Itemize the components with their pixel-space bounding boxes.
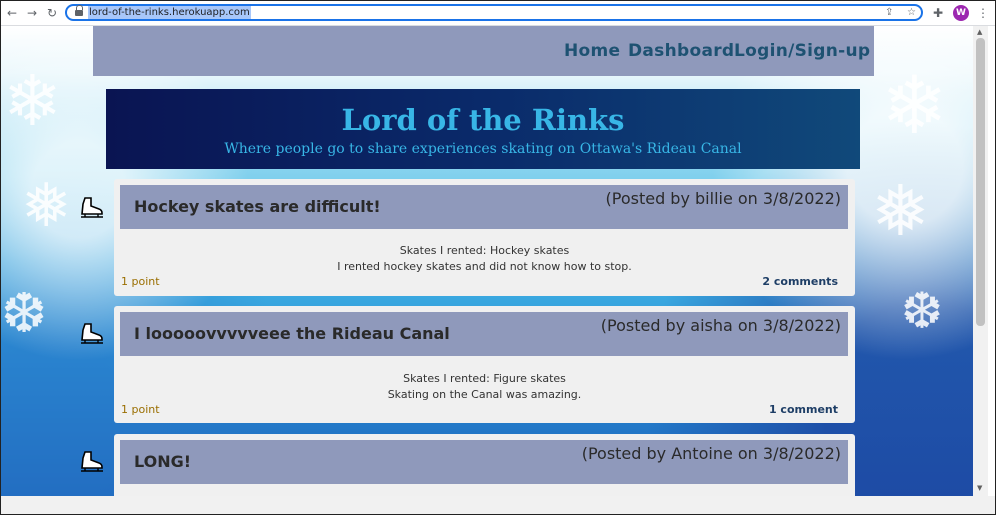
scroll-up-icon[interactable]: ▲	[977, 28, 982, 36]
post-skates: Skates I rented: Hockey skates	[399, 244, 570, 257]
post-card: I looooovvvvveee the Rideau Canal (Poste…	[114, 306, 855, 423]
post-skates: Skates I rented: Figure skates	[403, 372, 566, 385]
ice-skate-icon	[81, 323, 103, 344]
site-subtitle: Where people go to share experiences ska…	[224, 141, 742, 157]
post-content: Skating on the Canal was amazing.	[387, 388, 582, 401]
browser-toolbar: ← → ↻ lord-of-the-rinks.herokuapp.com ⇪ …	[1, 1, 995, 26]
snowflake-icon: ❆	[901, 282, 943, 340]
snowflake-icon: ❄	[881, 59, 949, 152]
window-bottom-bar	[1, 496, 995, 514]
post-points: 1 point	[121, 403, 160, 416]
post-title[interactable]: I looooovvvvveee the Rideau Canal	[134, 324, 450, 343]
ice-skate-icon	[81, 197, 103, 218]
page-viewport: ❄ ❅ ❆ ❄ ❅ ❆ Home Dashboard Login/Sign-up…	[1, 26, 973, 496]
address-bar[interactable]: lord-of-the-rinks.herokuapp.com ⇪ ☆	[65, 4, 923, 21]
snowflake-icon: ❄	[3, 60, 62, 142]
hero-banner: Lord of the Rinks Where people go to sha…	[106, 89, 860, 169]
nav-home-link[interactable]: Home	[564, 41, 620, 61]
post-content: I rented hockey skates and did not know …	[337, 260, 632, 273]
post-card: LONG! (Posted by Antoine on 3/8/2022)	[114, 434, 855, 496]
post-title[interactable]: Hockey skates are difficult!	[134, 197, 381, 216]
nav-dashboard-link[interactable]: Dashboard	[628, 41, 734, 61]
extensions-icon[interactable]: ✚	[933, 5, 943, 21]
post-header[interactable]: LONG! (Posted by Antoine on 3/8/2022)	[120, 440, 848, 484]
scrollbar-thumb[interactable]	[976, 38, 985, 326]
browser-menu-icon[interactable]: ⋮	[977, 5, 989, 21]
snowflake-icon: ❅	[871, 170, 930, 252]
post-meta: (Posted by Antoine on 3/8/2022)	[581, 444, 841, 463]
snowflake-icon: ❆	[1, 281, 48, 345]
post-meta: (Posted by aisha on 3/8/2022)	[600, 316, 841, 335]
scroll-down-icon[interactable]: ▼	[977, 484, 982, 492]
browser-window: ← → ↻ lord-of-the-rinks.herokuapp.com ⇪ …	[0, 0, 996, 515]
post-meta: (Posted by billie on 3/8/2022)	[605, 189, 842, 208]
post-comments-link[interactable]: 1 comment	[769, 403, 838, 416]
post-body: Skates I rented: Figure skates Skating o…	[114, 371, 855, 403]
share-icon[interactable]: ⇪	[885, 6, 893, 19]
profile-avatar[interactable]: W	[953, 5, 969, 21]
bookmark-star-icon[interactable]: ☆	[907, 6, 916, 19]
post-header[interactable]: I looooovvvvveee the Rideau Canal (Poste…	[120, 312, 848, 356]
nav-login-link[interactable]: Login/Sign-up	[734, 41, 870, 61]
post-comments-link[interactable]: 2 comments	[762, 275, 838, 288]
post-title[interactable]: LONG!	[134, 452, 191, 471]
post-header[interactable]: Hockey skates are difficult! (Posted by …	[120, 185, 848, 229]
page-scrollbar[interactable]: ▲ ▼	[973, 26, 988, 496]
post-card: Hockey skates are difficult! (Posted by …	[114, 179, 855, 296]
site-navbar: Home Dashboard Login/Sign-up	[93, 26, 874, 76]
snowflake-icon: ❅	[21, 171, 72, 241]
forward-icon[interactable]: →	[24, 5, 40, 21]
reload-icon[interactable]: ↻	[44, 5, 60, 21]
site-title: Lord of the Rinks	[341, 103, 625, 137]
lock-icon[interactable]	[75, 5, 83, 16]
post-body: Skates I rented: Hockey skates I rented …	[114, 243, 855, 275]
back-icon[interactable]: ←	[4, 5, 20, 21]
post-points: 1 point	[121, 275, 160, 288]
ice-skate-icon	[81, 451, 103, 472]
url-text[interactable]: lord-of-the-rinks.herokuapp.com	[88, 6, 251, 19]
